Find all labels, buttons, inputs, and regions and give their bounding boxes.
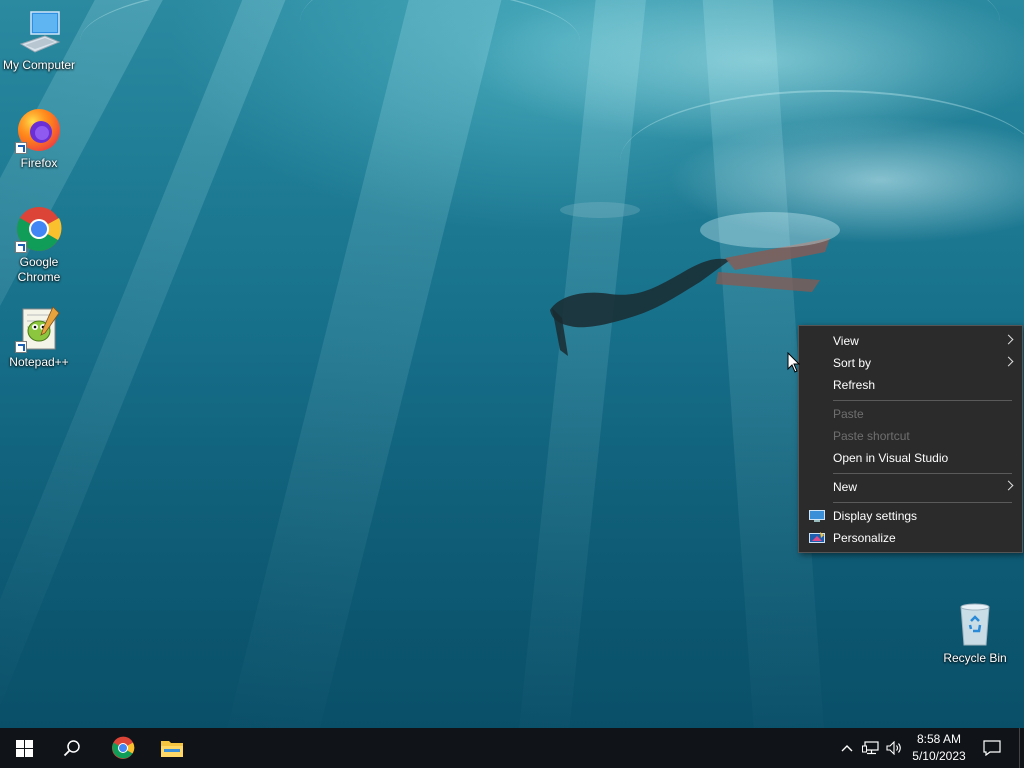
desktop-icon-label: Google Chrome	[17, 255, 61, 284]
taskbar-clock[interactable]: 8:58 AM 5/10/2023	[906, 731, 972, 765]
chevron-right-icon	[1003, 334, 1014, 345]
menu-item-display-settings[interactable]: Display settings	[799, 505, 1022, 527]
menu-item-label: Personalize	[833, 531, 896, 545]
menu-item-label: Refresh	[833, 378, 876, 392]
show-desktop-button[interactable]	[1019, 728, 1024, 768]
light-ray	[222, 0, 509, 728]
menu-separator	[833, 400, 1012, 401]
chevron-up-icon	[841, 745, 853, 752]
file-explorer-icon	[161, 741, 183, 757]
menu-item-label: New	[833, 480, 858, 494]
menu-separator	[833, 502, 1012, 503]
menu-item-sort-by[interactable]: Sort by	[799, 352, 1022, 374]
mouse-cursor-icon	[787, 352, 801, 373]
display-icon	[809, 510, 825, 522]
menu-item-refresh[interactable]: Refresh	[799, 374, 1022, 396]
desktop-icon-label: Notepad++	[9, 355, 69, 369]
shortcut-arrow-icon	[15, 341, 27, 353]
volume-button[interactable]	[883, 728, 905, 768]
action-center-button[interactable]	[978, 728, 1006, 768]
menu-item-view[interactable]: View	[799, 330, 1022, 352]
chevron-right-icon	[1003, 480, 1014, 491]
chevron-right-icon	[1003, 356, 1014, 367]
desktop-icon-label: Recycle Bin	[943, 651, 1007, 665]
recycle-bin-icon	[951, 601, 999, 649]
chrome-icon	[15, 205, 63, 253]
shortcut-arrow-icon	[15, 241, 27, 253]
network-icon	[862, 741, 879, 755]
chrome-icon	[112, 736, 135, 759]
firefox-icon	[15, 106, 63, 154]
volume-icon	[886, 741, 901, 755]
menu-item-label: Display settings	[833, 509, 918, 523]
desktop-icon-label: Firefox	[20, 156, 58, 170]
desktop-icon-recycle-bin[interactable]: Recycle Bin	[937, 601, 1013, 666]
menu-item-personalize[interactable]: Personalize	[799, 527, 1022, 549]
start-button[interactable]	[0, 728, 48, 768]
action-center-icon	[983, 740, 1001, 756]
desktop-context-menu: View Sort by Refresh Paste Paste shortcu…	[798, 325, 1023, 553]
taskbar: 8:58 AM 5/10/2023	[0, 728, 1024, 768]
desktop-icon-notepadpp[interactable]: Notepad++	[1, 305, 77, 370]
menu-item-new[interactable]: New	[799, 476, 1022, 498]
menu-item-label: Paste shortcut	[833, 429, 910, 443]
menu-item-label: Paste	[833, 407, 864, 421]
clock-date: 5/10/2023	[912, 749, 966, 763]
notepadpp-icon	[15, 305, 63, 353]
shortcut-arrow-icon	[15, 142, 27, 154]
menu-item-label: View	[833, 334, 859, 348]
personalize-icon	[809, 532, 825, 543]
show-hidden-icons-button[interactable]	[837, 728, 857, 768]
desktop-icon-firefox[interactable]: Firefox	[1, 106, 77, 171]
search-icon	[63, 740, 80, 757]
network-button[interactable]	[860, 728, 882, 768]
menu-item-paste-shortcut[interactable]: Paste shortcut	[799, 425, 1022, 447]
menu-item-paste[interactable]: Paste	[799, 403, 1022, 425]
search-button[interactable]	[48, 728, 96, 768]
computer-icon	[15, 8, 63, 56]
desktop-icon-google-chrome[interactable]: Google Chrome	[1, 205, 77, 285]
taskbar-chrome-button[interactable]	[99, 728, 147, 768]
menu-item-label: Sort by	[833, 356, 872, 370]
menu-item-open-in-visual-studio[interactable]: Open in Visual Studio	[799, 447, 1022, 469]
desktop-icon-label: My Computer	[2, 58, 76, 72]
clock-time: 8:58 AM	[916, 732, 962, 746]
menu-separator	[833, 473, 1012, 474]
start-icon	[15, 739, 33, 757]
taskbar-file-explorer-button[interactable]	[148, 728, 196, 768]
desktop-icon-my-computer[interactable]: My Computer	[1, 8, 77, 73]
menu-item-label: Open in Visual Studio	[833, 451, 949, 465]
